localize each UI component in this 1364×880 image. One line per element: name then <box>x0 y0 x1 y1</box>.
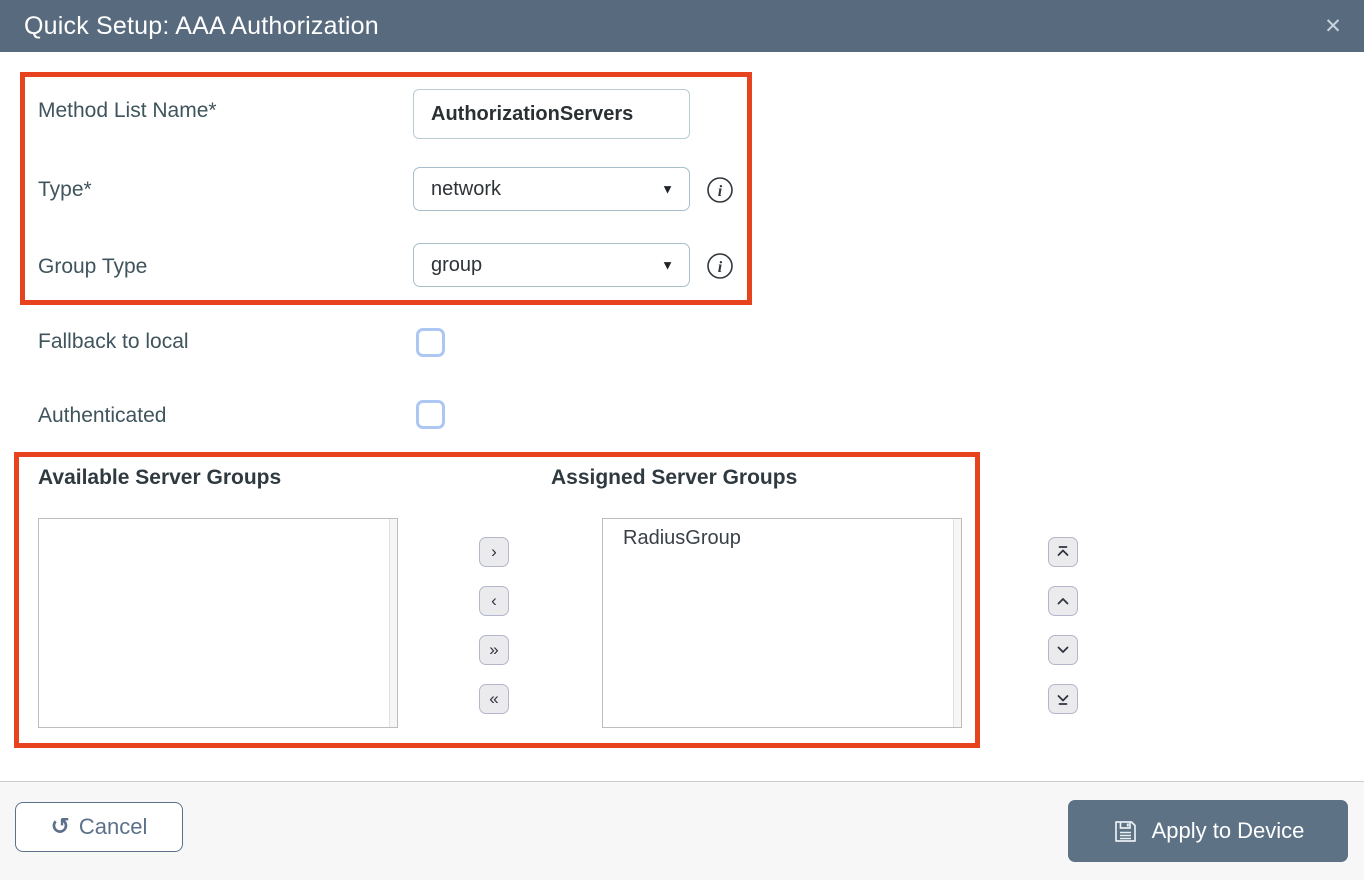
assigned-server-groups-heading: Assigned Server Groups <box>551 466 798 489</box>
group-type-info-icon[interactable]: i <box>706 252 734 280</box>
scrollbar-track[interactable] <box>389 519 397 727</box>
method-list-name-input[interactable] <box>413 89 690 139</box>
cancel-button[interactable]: ↺ Cancel <box>15 802 183 852</box>
scrollbar-track[interactable] <box>953 519 961 727</box>
move-all-left-button[interactable]: « <box>479 684 509 714</box>
move-right-button[interactable]: › <box>479 537 509 567</box>
available-server-groups-heading: Available Server Groups <box>38 466 282 489</box>
move-all-right-button[interactable]: » <box>479 635 509 665</box>
move-left-button[interactable]: ‹ <box>479 586 509 616</box>
apply-to-device-button[interactable]: Apply to Device <box>1068 800 1348 862</box>
group-type-select-value: group <box>431 253 483 276</box>
move-to-bottom-icon <box>1057 695 1069 705</box>
assigned-server-groups-list[interactable]: RadiusGroup <box>602 518 962 728</box>
chevron-down-icon <box>1057 646 1069 653</box>
move-to-bottom-button[interactable] <box>1048 684 1078 714</box>
quick-setup-aaa-authorization-dialog: Quick Setup: AAA Authorization ✕ Method … <box>0 0 1364 880</box>
move-to-top-icon <box>1057 546 1069 556</box>
dialog-title-bar: Quick Setup: AAA Authorization ✕ <box>0 0 1364 52</box>
type-select-value: network <box>431 177 502 200</box>
authenticated-label: Authenticated <box>38 404 167 427</box>
move-up-button[interactable] <box>1048 586 1078 616</box>
method-list-name-label: Method List Name* <box>38 99 217 122</box>
cancel-button-label: Cancel <box>78 814 148 839</box>
chevron-up-icon <box>1057 598 1069 605</box>
authenticated-checkbox[interactable] <box>416 400 445 429</box>
svg-text:i: i <box>718 259 723 276</box>
group-type-label: Group Type <box>38 255 148 278</box>
available-server-groups-list[interactable] <box>38 518 398 728</box>
fallback-to-local-checkbox[interactable] <box>416 328 445 357</box>
dialog-title: Quick Setup: AAA Authorization <box>24 12 379 40</box>
fallback-to-local-label: Fallback to local <box>38 330 189 353</box>
group-type-select[interactable]: group ▼ <box>413 243 690 287</box>
chevron-down-icon: ▼ <box>661 257 674 273</box>
type-select[interactable]: network ▼ <box>413 167 690 211</box>
undo-icon: ↺ <box>50 813 70 840</box>
svg-text:i: i <box>718 183 723 200</box>
type-info-icon[interactable]: i <box>706 176 734 204</box>
move-to-top-button[interactable] <box>1048 537 1078 567</box>
type-label: Type* <box>38 178 92 201</box>
move-down-button[interactable] <box>1048 635 1078 665</box>
close-icon[interactable]: ✕ <box>1316 0 1350 52</box>
chevron-down-icon: ▼ <box>661 181 674 197</box>
list-item-radius-group[interactable]: RadiusGroup <box>603 519 961 550</box>
apply-button-label: Apply to Device <box>1151 818 1305 843</box>
save-icon <box>1112 818 1139 845</box>
